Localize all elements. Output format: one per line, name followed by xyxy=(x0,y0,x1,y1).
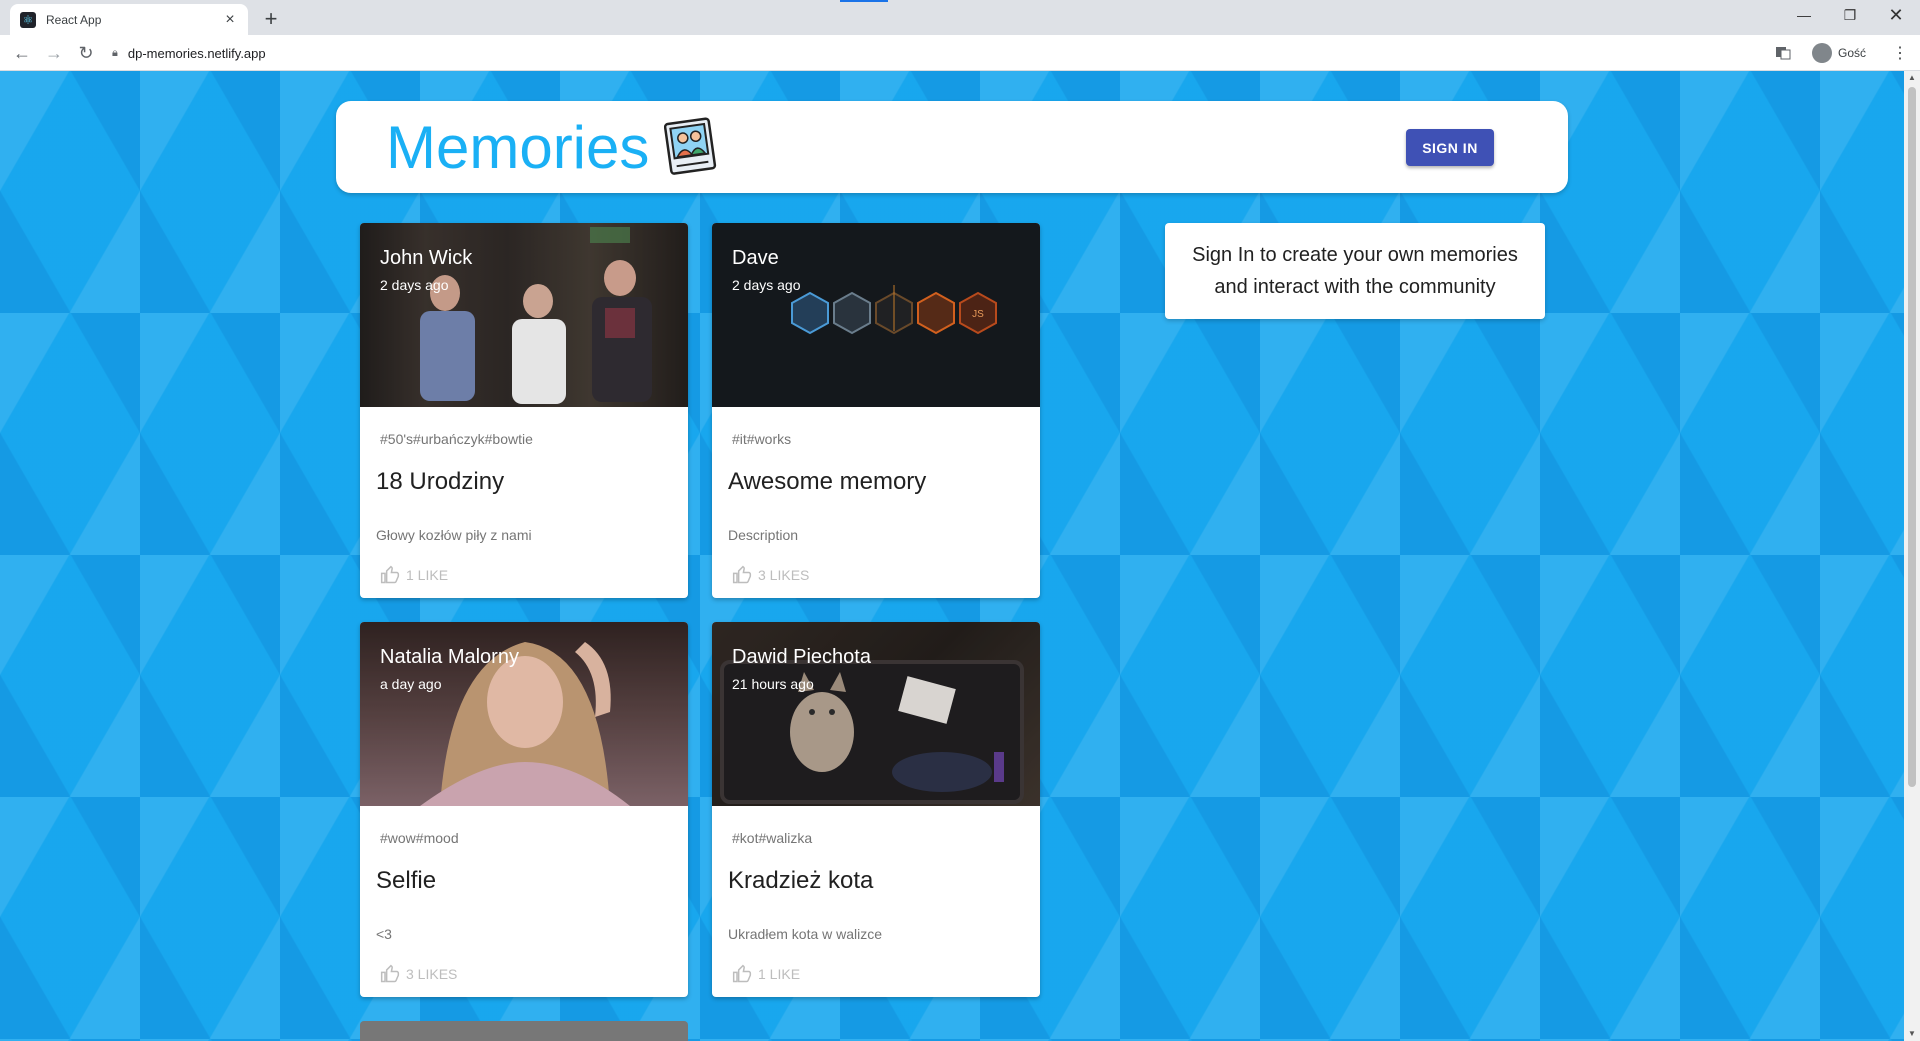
like-count: 3 LIKES xyxy=(758,567,810,583)
loading-indicator xyxy=(840,0,888,2)
thumb-up-icon xyxy=(732,565,752,584)
kebab-menu-icon[interactable]: ⋮ xyxy=(1892,39,1908,67)
thumb-up-icon xyxy=(380,964,400,983)
like-button[interactable]: 1 LIKE xyxy=(380,565,448,585)
card-author: Dawid Piechota xyxy=(732,646,871,668)
card-tags: #it#works xyxy=(732,431,792,447)
profile-label: Gość xyxy=(1838,46,1867,60)
card-title: Selfie xyxy=(376,867,437,894)
card-time: 2 days ago xyxy=(732,277,801,293)
card-tags: #wow#mood xyxy=(380,830,459,846)
tab-strip: ⚛ React App × + — ❐ ✕ xyxy=(0,0,1920,35)
thumb-up-icon xyxy=(732,964,752,983)
tab-title: React App xyxy=(46,12,102,27)
page-content: Memories SIGN IN John Wick 2 days ago #5… xyxy=(0,71,1904,1041)
avatar-icon xyxy=(1812,43,1832,63)
card-tags: #50's#urbańczyk#bowtie xyxy=(380,431,533,447)
react-favicon-icon: ⚛ xyxy=(20,11,36,28)
reload-icon[interactable]: ↻ xyxy=(72,39,100,67)
minimize-icon[interactable]: — xyxy=(1781,0,1827,30)
card-description: Description xyxy=(728,527,799,543)
card-image: Natalia Malorny a day ago xyxy=(360,622,688,806)
card-description: <3 xyxy=(376,926,392,942)
memory-card[interactable]: John Wick 2 days ago #50's#urbańczyk#bow… xyxy=(360,223,688,598)
card-title: Kradzież kota xyxy=(728,867,874,894)
card-author: Dave xyxy=(732,247,779,269)
scroll-down-icon[interactable]: ▼ xyxy=(1904,1027,1920,1041)
new-tab-icon[interactable]: + xyxy=(259,6,283,32)
like-count: 1 LIKE xyxy=(406,567,449,583)
memory-card[interactable]: JS Dave 2 days ago #it#works Awesome mem… xyxy=(712,223,1040,598)
card-tags: #kot#walizka xyxy=(732,830,813,846)
like-button[interactable]: 1 LIKE xyxy=(732,964,800,984)
like-button[interactable]: 3 LIKES xyxy=(380,964,457,984)
card-title: 18 Urodziny xyxy=(376,468,505,495)
url-text: dp-memories.netlify.app xyxy=(127,45,266,61)
brand-title[interactable]: Memories xyxy=(386,113,649,183)
card-time: 21 hours ago xyxy=(732,676,814,692)
memory-card-partial[interactable] xyxy=(360,1021,688,1041)
card-time: 2 days ago xyxy=(380,277,449,293)
like-count: 1 LIKE xyxy=(758,966,801,982)
page-scrollbar[interactable]: ▲ ▼ xyxy=(1904,71,1920,1041)
scroll-up-icon[interactable]: ▲ xyxy=(1904,71,1920,85)
scrollbar-thumb[interactable] xyxy=(1908,87,1916,787)
card-description: Ukradłem kota w walizce xyxy=(728,926,883,942)
translate-icon[interactable] xyxy=(1775,39,1791,67)
svg-text:JS: JS xyxy=(972,309,984,320)
restore-icon[interactable]: ❐ xyxy=(1827,0,1873,30)
lock-icon: 🔒︎ xyxy=(112,46,118,59)
sign-in-button[interactable]: SIGN IN xyxy=(1406,129,1494,166)
back-icon[interactable]: ← xyxy=(8,39,36,67)
app-bar: Memories SIGN IN xyxy=(336,101,1568,193)
card-author: Natalia Malorny xyxy=(380,646,519,668)
address-bar[interactable]: 🔒︎ dp-memories.netlify.app xyxy=(112,39,1772,67)
like-count: 3 LIKES xyxy=(406,966,458,982)
profile-button[interactable]: Gość xyxy=(1812,39,1866,67)
card-image: Dawid Piechota 21 hours ago xyxy=(712,622,1040,806)
like-button[interactable]: 3 LIKES xyxy=(732,565,809,585)
card-image: JS Dave 2 days ago xyxy=(712,223,1040,407)
card-time: a day ago xyxy=(380,676,442,692)
card-description: Głowy kozłów piły z nami xyxy=(376,527,532,543)
card-title: Awesome memory xyxy=(728,468,927,495)
forward-icon[interactable]: → xyxy=(40,39,68,67)
browser-tab[interactable]: ⚛ React App × xyxy=(10,4,248,35)
sign-in-info-box: Sign In to create your own memories and … xyxy=(1165,223,1545,319)
memory-card[interactable]: Natalia Malorny a day ago #wow#mood Self… xyxy=(360,622,688,997)
thumb-up-icon xyxy=(380,565,400,584)
card-author: John Wick xyxy=(380,247,473,269)
browser-toolbar: ← → ↻ 🔒︎ dp-memories.netlify.app Gość ⋮ xyxy=(0,35,1920,71)
memory-card[interactable]: Dawid Piechota 21 hours ago #kot#walizka… xyxy=(712,622,1040,997)
card-image: John Wick 2 days ago xyxy=(360,223,688,407)
memories-photo-icon xyxy=(664,117,717,175)
tab-close-icon[interactable]: × xyxy=(222,11,238,29)
window-close-icon[interactable]: ✕ xyxy=(1873,0,1919,30)
